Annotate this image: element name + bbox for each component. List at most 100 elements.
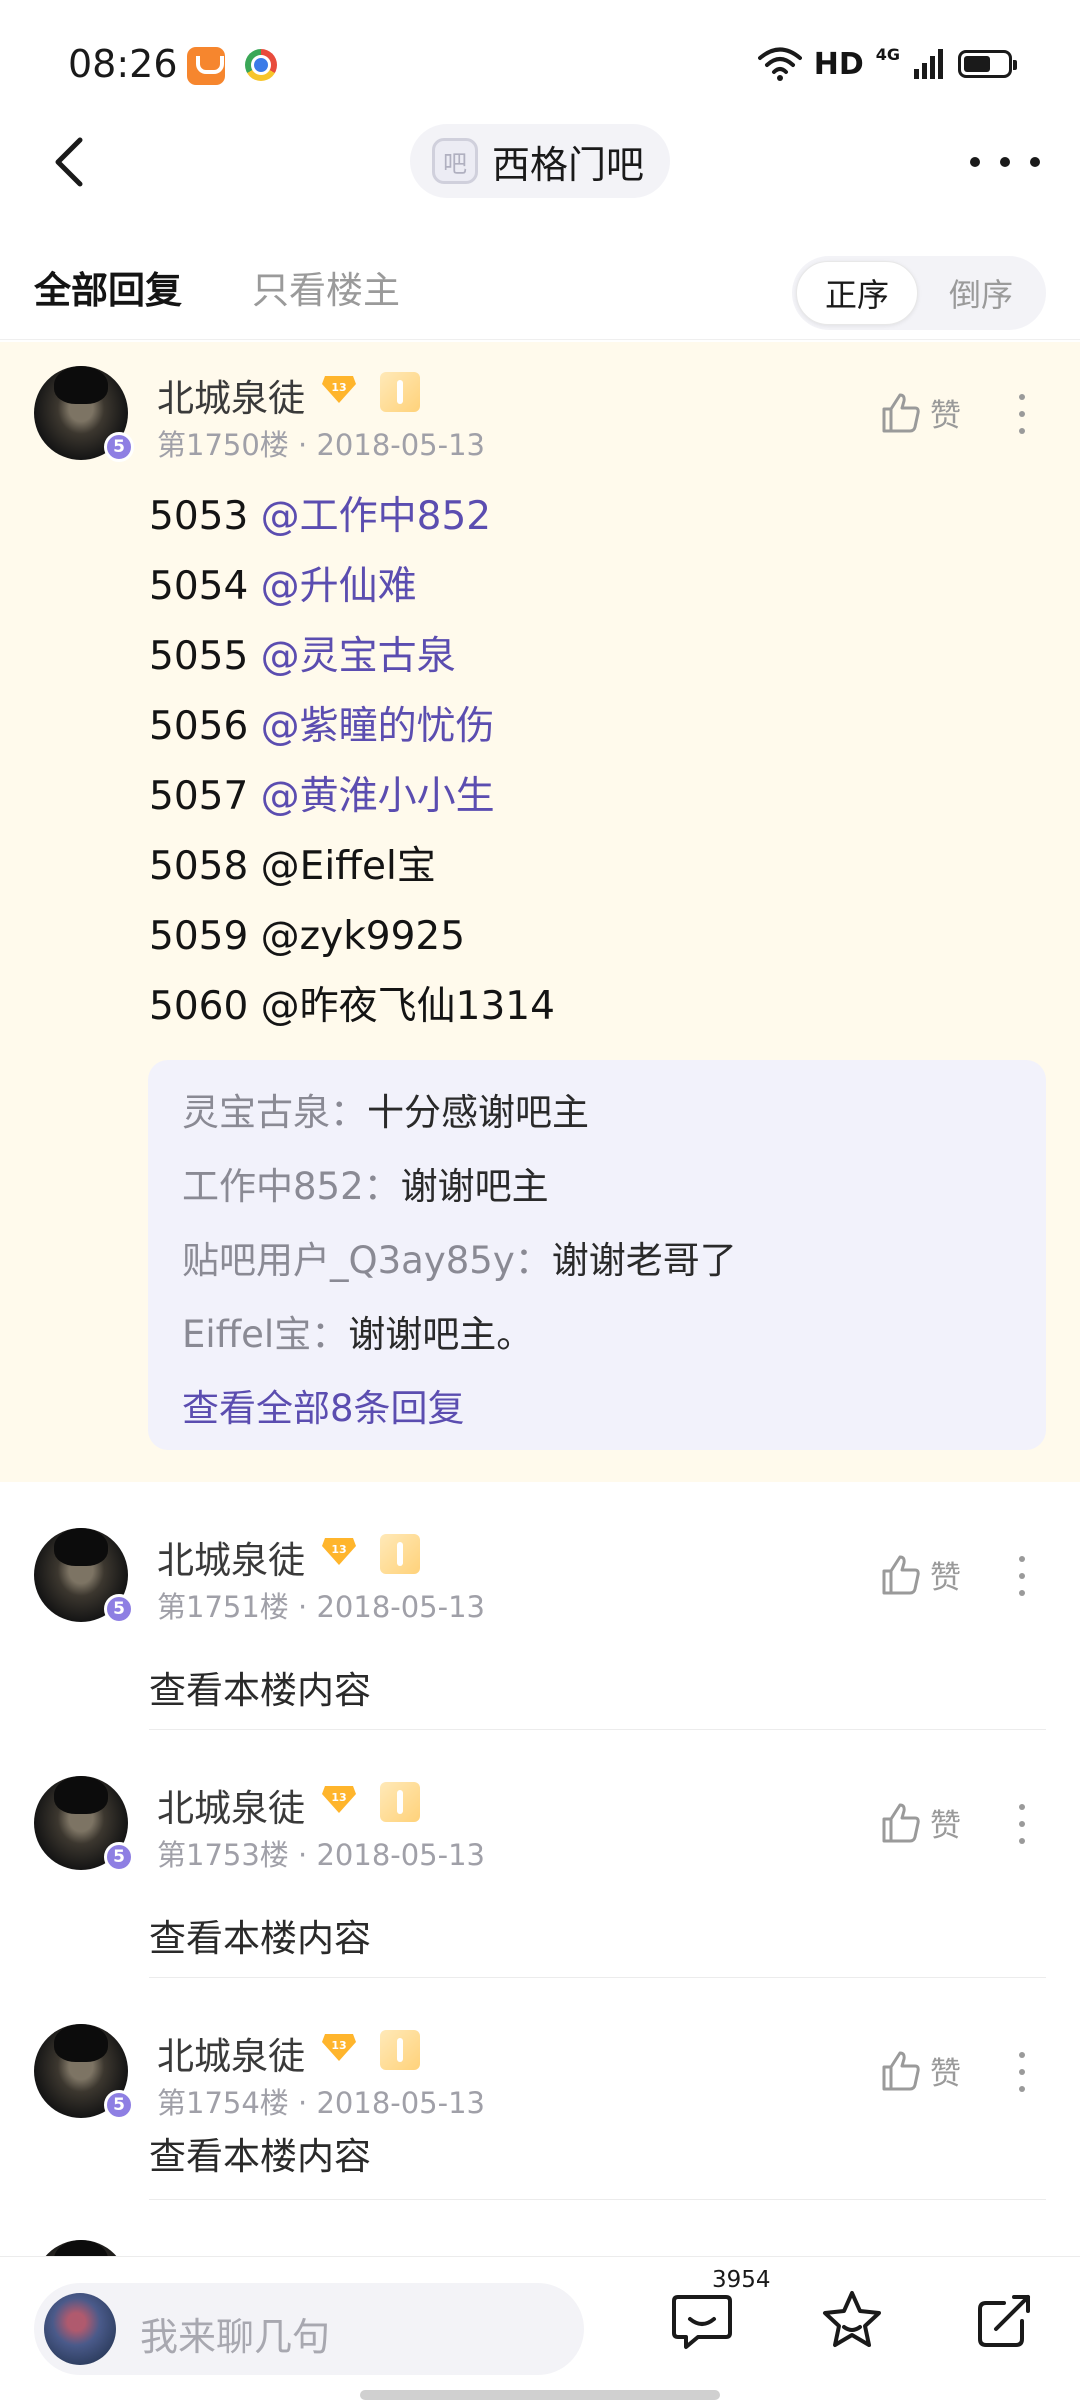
- thumbs-up-icon: [882, 2051, 920, 2090]
- post-item: 5 北城泉徒 13 第1753楼 · 2018-05-13 赞 查看本楼内容: [0, 1730, 1080, 1978]
- avatar[interactable]: 5: [34, 366, 134, 462]
- mention-line: 5058 @Eiffel宝: [149, 844, 436, 889]
- forum-name: 西格门吧: [492, 142, 645, 187]
- vip-badge-icon: [380, 1782, 420, 1822]
- signal-icon: [914, 49, 943, 79]
- mention-line: 5053 @工作中852: [149, 494, 492, 539]
- post-date: 2018-05-13: [316, 1590, 486, 1624]
- battery-icon: [958, 50, 1017, 78]
- sub-reply[interactable]: 工作中852：谢谢吧主: [182, 1150, 1012, 1224]
- home-indicator[interactable]: [360, 2390, 720, 2400]
- post-date: 2018-05-13: [316, 1838, 486, 1872]
- username[interactable]: 北城泉徒: [157, 1778, 305, 1832]
- sub-reply-box[interactable]: 灵宝古泉：十分感谢吧主 工作中852：谢谢吧主 贴吧用户_Q3ay85y：谢谢老…: [148, 1060, 1046, 1450]
- kebab-menu-icon[interactable]: [1016, 1804, 1028, 1844]
- like-button[interactable]: 赞: [878, 390, 961, 435]
- level-diamond-icon: 13: [322, 1786, 356, 1813]
- sub-reply-user: Eiffel宝: [182, 1313, 312, 1356]
- post-content: 5053 @工作中852 5054 @升仙难 5055 @灵宝古泉 5056 @…: [149, 482, 555, 1042]
- user-level-badge: 5: [104, 2090, 134, 2120]
- mention-line: 5057 @黄淮小小生: [149, 774, 495, 819]
- view-floor-content-link[interactable]: 查看本楼内容: [149, 2126, 371, 2180]
- divider: [149, 2199, 1046, 2200]
- my-avatar: [44, 2293, 116, 2365]
- sub-reply[interactable]: 贴吧用户_Q3ay85y：谢谢老哥了: [182, 1224, 1012, 1298]
- sub-reply-text: 谢谢老哥了: [551, 1239, 737, 1282]
- like-button[interactable]: 赞: [878, 1800, 961, 1845]
- post-meta: 第1751楼 · 2018-05-13: [157, 1590, 486, 1624]
- mention-link[interactable]: @灵宝古泉: [261, 634, 456, 679]
- share-icon[interactable]: [970, 2287, 1038, 2355]
- mention-line: 5055 @灵宝古泉: [149, 634, 456, 679]
- post-meta: 第1753楼 · 2018-05-13: [157, 1838, 486, 1872]
- comment-icon[interactable]: [668, 2287, 736, 2355]
- reply-input-placeholder: 我来聊几句: [140, 2315, 331, 2359]
- sub-reply-user: 贴吧用户_Q3ay85y: [182, 1239, 515, 1282]
- view-floor-content-link[interactable]: 查看本楼内容: [149, 1908, 371, 1962]
- tab-all-replies[interactable]: 全部回复: [34, 260, 182, 314]
- level-diamond-icon: 13: [322, 376, 356, 403]
- post-item: 5 北城泉徒 13 第1751楼 · 2018-05-13 赞 查看本楼内容: [0, 1482, 1080, 1730]
- user-level-badge: 5: [104, 1594, 134, 1624]
- thumbs-up-icon: [882, 1555, 920, 1594]
- thumbs-up-icon: [882, 1803, 920, 1842]
- mention-text: @zyk9925: [260, 914, 466, 959]
- vip-badge-icon: [380, 2030, 420, 2070]
- mention-link[interactable]: @升仙难: [261, 564, 417, 609]
- more-dots-icon[interactable]: [970, 140, 1040, 184]
- like-button[interactable]: 赞: [878, 1552, 961, 1597]
- hd-indicator: HD: [813, 46, 864, 82]
- chrome-icon: [245, 49, 277, 81]
- mention-line: 5060 @昨夜飞仙1314: [149, 984, 555, 1029]
- comment-count: 3954: [712, 2267, 771, 2293]
- network-type: 4G: [875, 44, 900, 64]
- sub-reply-user: 工作中852: [182, 1165, 364, 1208]
- tab-only-op[interactable]: 只看楼主: [252, 260, 400, 314]
- view-all-replies-link[interactable]: 查看全部8条回复: [182, 1372, 1012, 1446]
- kebab-menu-icon[interactable]: [1016, 394, 1028, 434]
- svg-text:13: 13: [331, 1791, 346, 1804]
- post-meta: 第1754楼 · 2018-05-13: [157, 2086, 486, 2120]
- like-label: 赞: [930, 398, 961, 434]
- mention-link[interactable]: @紫瞳的忧伤: [261, 704, 495, 749]
- order-desc-button[interactable]: 倒序: [920, 261, 1042, 325]
- post-item: 5 北城泉徒 13 第1750楼 · 2018-05-13 赞 5053 @工作…: [0, 342, 1080, 1482]
- sub-reply-text: 十分感谢吧主: [367, 1091, 589, 1134]
- mention-line: 5059 @zyk9925: [149, 914, 466, 959]
- nav-bar: 吧 西格门吧: [0, 120, 1080, 204]
- vip-badge-icon: [380, 1534, 420, 1574]
- order-asc-button[interactable]: 正序: [796, 261, 918, 325]
- post-item: 5 北城泉徒 13 第1754楼 · 2018-05-13 赞 查看本楼内容: [0, 1978, 1080, 2200]
- sub-reply-user: 灵宝古泉: [182, 1091, 330, 1134]
- back-arrow-icon[interactable]: [44, 134, 100, 190]
- bottom-action-bar: 我来聊几句 3954: [0, 2256, 1080, 2400]
- username[interactable]: 北城泉徒: [157, 368, 305, 422]
- star-icon[interactable]: [818, 2287, 886, 2355]
- mention-link[interactable]: @黄淮小小生: [261, 774, 495, 819]
- avatar[interactable]: 5: [34, 1528, 134, 1624]
- avatar[interactable]: 5: [34, 2024, 134, 2120]
- mention-link[interactable]: @工作中852: [261, 494, 491, 539]
- kebab-menu-icon[interactable]: [1016, 2052, 1028, 2092]
- like-label: 赞: [930, 1560, 961, 1596]
- like-button[interactable]: 赞: [878, 2048, 961, 2093]
- svg-text:13: 13: [331, 381, 346, 394]
- thumbs-up-icon: [882, 393, 920, 432]
- svg-text:13: 13: [331, 1543, 346, 1556]
- forum-title-pill[interactable]: 吧 西格门吧: [410, 124, 670, 198]
- sub-reply[interactable]: 灵宝古泉：十分感谢吧主: [182, 1076, 1012, 1150]
- status-indicators: HD 4G: [757, 44, 1017, 84]
- view-floor-content-link[interactable]: 查看本楼内容: [149, 1660, 371, 1714]
- forum-avatar: 吧: [432, 138, 478, 184]
- username[interactable]: 北城泉徒: [157, 2026, 305, 2080]
- mention-text: @Eiffel宝: [260, 844, 436, 889]
- level-diamond-icon: 13: [322, 1538, 356, 1565]
- floor-number: 第1754楼: [157, 2086, 289, 2120]
- floor-number: 第1750楼: [157, 428, 289, 462]
- avatar[interactable]: 5: [34, 1776, 134, 1872]
- username[interactable]: 北城泉徒: [157, 1530, 305, 1584]
- kebab-menu-icon[interactable]: [1016, 1556, 1028, 1596]
- sub-reply[interactable]: Eiffel宝：谢谢吧主。: [182, 1298, 1012, 1372]
- reply-input[interactable]: 我来聊几句: [34, 2283, 584, 2375]
- vip-badge-icon: [380, 372, 420, 412]
